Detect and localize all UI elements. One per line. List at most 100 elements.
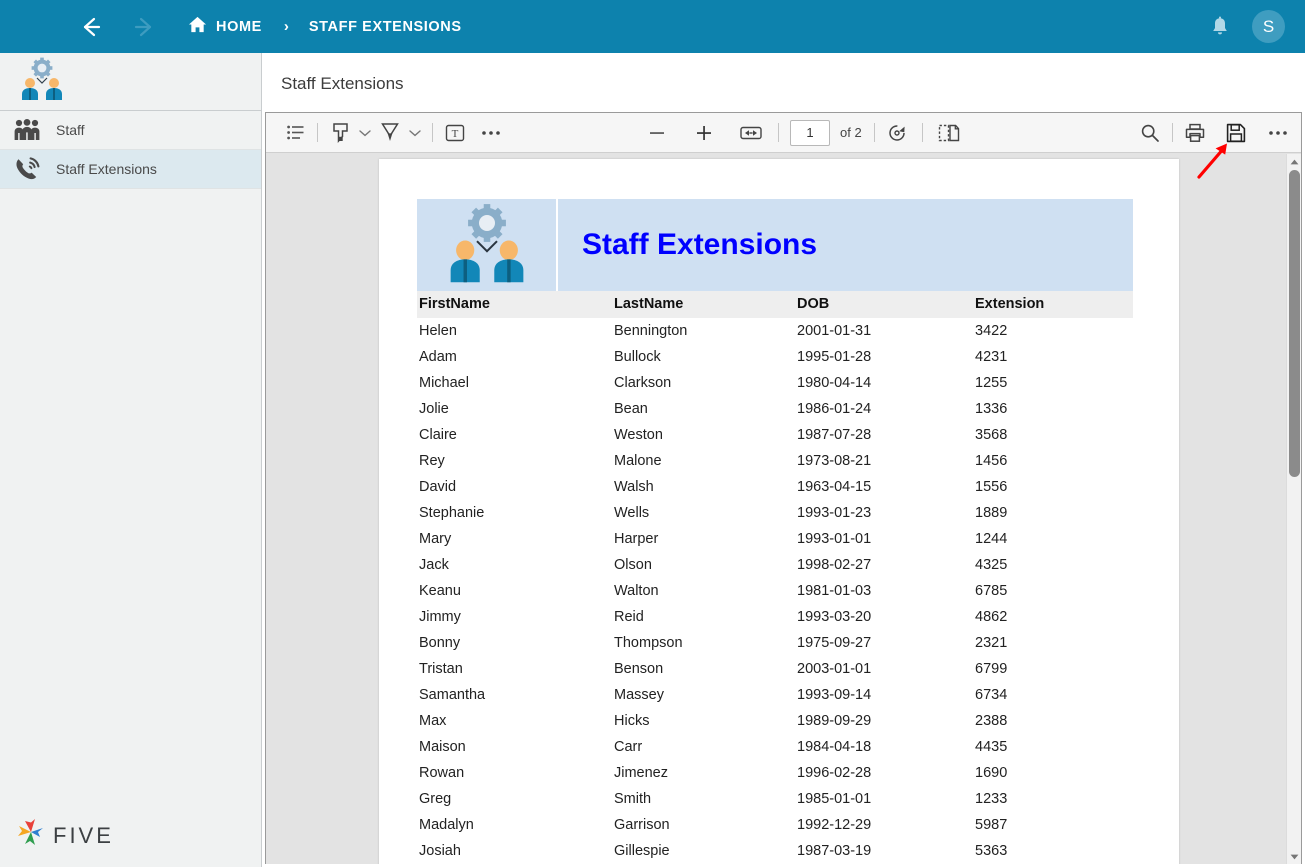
- app-root: HOME › STAFF EXTENSIONS S: [0, 0, 1305, 867]
- table-row: DavidWalsh1963-04-151556: [417, 474, 1133, 500]
- scrollbar-thumb[interactable]: [1289, 170, 1300, 477]
- cell-dob: 1993-09-14: [797, 682, 975, 708]
- cell-firstname: David: [417, 474, 614, 500]
- zoom-in-plus-icon[interactable]: [689, 120, 719, 146]
- table-row: TristanBenson2003-01-016799: [417, 656, 1133, 682]
- sidebar-item-staff[interactable]: Staff: [0, 111, 261, 150]
- cell-lastname: Thompson: [614, 630, 797, 656]
- document-scroll-area[interactable]: Staff Extensions FirstName LastName DOB …: [266, 153, 1301, 864]
- print-icon[interactable]: [1180, 120, 1210, 146]
- table-row: BonnyThompson1975-09-272321: [417, 630, 1133, 656]
- cell-dob: 1998-02-27: [797, 552, 975, 578]
- sidebar-item-staff-extensions[interactable]: Staff Extensions: [0, 150, 261, 189]
- cell-dob: 1987-07-28: [797, 422, 975, 448]
- staff-gear-logo-icon: [18, 57, 66, 106]
- search-icon[interactable]: [1135, 120, 1165, 146]
- column-header-dob: DOB: [797, 291, 975, 318]
- rotate-icon[interactable]: [882, 120, 912, 146]
- column-header-firstname: FirstName: [417, 291, 614, 318]
- cell-dob: 1986-01-24: [797, 396, 975, 422]
- cell-lastname: Wells: [614, 500, 797, 526]
- arrow-left-icon[interactable]: [75, 12, 105, 42]
- cell-dob: 2001-01-31: [797, 318, 975, 344]
- five-brand-logo: FIVE: [16, 818, 114, 853]
- breadcrumb-separator: ›: [284, 18, 289, 35]
- page-number-input[interactable]: [790, 120, 830, 146]
- page-layout-icon[interactable]: [934, 120, 964, 146]
- toolbar-divider: [317, 123, 318, 142]
- page-title: Staff Extensions: [262, 53, 1305, 94]
- cell-firstname: Helen: [417, 318, 614, 344]
- cell-firstname: Keanu: [417, 578, 614, 604]
- report-table: FirstName LastName DOB Extension HelenBe…: [417, 291, 1133, 864]
- pen-dropdown-icon[interactable]: [405, 120, 425, 146]
- home-icon: [188, 15, 207, 39]
- highlighter-dropdown-icon[interactable]: [355, 120, 375, 146]
- toolbar-divider-2: [432, 123, 433, 142]
- zoom-out-minus-icon[interactable]: [642, 120, 672, 146]
- cell-lastname: Gillespie: [614, 838, 797, 864]
- table-row: JackOlson1998-02-274325: [417, 552, 1133, 578]
- cell-lastname: Bennington: [614, 318, 797, 344]
- pdf-toolbar-right: [1135, 120, 1293, 146]
- report-header-banner: Staff Extensions: [417, 199, 1133, 291]
- scroll-up-icon[interactable]: [1287, 154, 1301, 169]
- bell-icon[interactable]: [1210, 16, 1230, 38]
- cell-lastname: Harper: [614, 526, 797, 552]
- cell-dob: 1996-02-28: [797, 760, 975, 786]
- cell-extension: 6799: [975, 656, 1133, 682]
- sidebar-list-icon[interactable]: [280, 120, 310, 146]
- arrow-right-icon[interactable]: [130, 12, 160, 42]
- cell-extension: 6785: [975, 578, 1133, 604]
- avatar[interactable]: S: [1252, 10, 1285, 43]
- cell-dob: 1993-01-23: [797, 500, 975, 526]
- breadcrumb-home-label: HOME: [216, 19, 262, 35]
- table-body: HelenBennington2001-01-313422AdamBullock…: [417, 318, 1133, 864]
- hamburger-menu-icon[interactable]: [24, 18, 50, 36]
- cell-dob: 1985-01-01: [797, 786, 975, 812]
- cell-firstname: Greg: [417, 786, 614, 812]
- people-group-icon: [14, 119, 52, 141]
- pen-marker-icon[interactable]: [375, 120, 405, 146]
- fit-to-width-icon[interactable]: [736, 120, 766, 146]
- cell-lastname: Garrison: [614, 812, 797, 838]
- cell-lastname: Bullock: [614, 344, 797, 370]
- cell-extension: 6734: [975, 682, 1133, 708]
- table-row: RowanJimenez1996-02-281690: [417, 760, 1133, 786]
- cell-lastname: Clarkson: [614, 370, 797, 396]
- cell-lastname: Smith: [614, 786, 797, 812]
- cell-firstname: Jolie: [417, 396, 614, 422]
- highlighter-icon[interactable]: [325, 120, 355, 146]
- table-row: MaryHarper1993-01-011244: [417, 526, 1133, 552]
- table-header-row: FirstName LastName DOB Extension: [417, 291, 1133, 318]
- table-row: GregSmith1985-01-011233: [417, 786, 1133, 812]
- table-row: MaxHicks1989-09-292388: [417, 708, 1133, 734]
- cell-dob: 1973-08-21: [797, 448, 975, 474]
- report-title: Staff Extensions: [582, 228, 817, 262]
- document-vertical-scrollbar[interactable]: [1286, 154, 1301, 864]
- cell-dob: 1993-01-01: [797, 526, 975, 552]
- cell-extension: 4325: [975, 552, 1133, 578]
- cell-lastname: Malone: [614, 448, 797, 474]
- phone-ring-icon: [14, 156, 52, 182]
- breadcrumb-home[interactable]: HOME: [188, 15, 262, 39]
- scroll-down-icon[interactable]: [1287, 849, 1302, 864]
- cell-dob: 1992-12-29: [797, 812, 975, 838]
- svg-text:T: T: [452, 128, 459, 140]
- cell-lastname: Reid: [614, 604, 797, 630]
- cell-extension: 4435: [975, 734, 1133, 760]
- pdf-viewer: T: [265, 112, 1302, 864]
- cell-lastname: Massey: [614, 682, 797, 708]
- more-options-icon[interactable]: [1263, 120, 1293, 146]
- table-row: StephanieWells1993-01-231889: [417, 500, 1133, 526]
- cell-lastname: Benson: [614, 656, 797, 682]
- text-annotation-icon[interactable]: T: [440, 120, 470, 146]
- table-row: MaisonCarr1984-04-184435: [417, 734, 1133, 760]
- save-disk-icon[interactable]: [1221, 120, 1251, 146]
- pdf-toolbar: T: [266, 113, 1301, 153]
- cell-extension: 1690: [975, 760, 1133, 786]
- more-tools-icon[interactable]: [476, 120, 506, 146]
- cell-dob: 1984-04-18: [797, 734, 975, 760]
- cell-firstname: Stephanie: [417, 500, 614, 526]
- cell-lastname: Carr: [614, 734, 797, 760]
